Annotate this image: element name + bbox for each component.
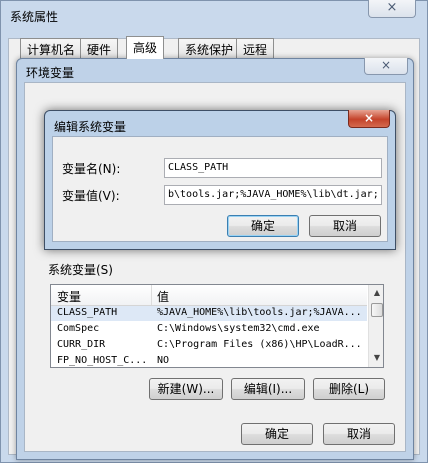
table-row[interactable]: CURR_DIR C:\Program Files (x86)\HP\LoadR… (51, 338, 367, 353)
edit-cancel-button[interactable]: 取消 (309, 215, 381, 237)
edit-ok-button[interactable]: 确定 (227, 215, 299, 237)
row-value: C:\Program Files (x86)\HP\LoadR... (157, 339, 362, 350)
env-ok-button[interactable]: 确定 (241, 423, 313, 445)
row-name: CURR_DIR (57, 339, 106, 350)
variable-name-label: 变量名(N): (62, 162, 121, 176)
edit-dialog-close-button[interactable]: × (348, 110, 390, 128)
table-row[interactable]: FP_NO_HOST_C... NO (51, 354, 367, 367)
delete-variable-button[interactable]: 删除(L) (313, 378, 385, 400)
tab-remote[interactable]: 远程 (236, 38, 275, 59)
list-header: 变量 值 (51, 285, 367, 306)
edit-dialog-title: 编辑系统变量 (54, 120, 127, 134)
table-row[interactable]: CLASS_PATH %JAVA_HOME%\lib\tools.jar;%JA… (51, 306, 367, 321)
environment-variables-close-button[interactable]: × (364, 58, 408, 75)
environment-variables-title: 环境变量 (26, 66, 75, 80)
tab-advanced[interactable]: 高级 (126, 36, 165, 59)
close-icon: × (380, 58, 392, 72)
column-separator[interactable] (151, 285, 152, 305)
table-row[interactable]: ComSpec C:\Windows\system32\cmd.exe (51, 322, 367, 337)
row-name: CLASS_PATH (57, 307, 118, 318)
variable-name-field[interactable]: CLASS_PATH (164, 158, 382, 178)
row-name: FP_NO_HOST_C... (57, 355, 148, 366)
system-variables-list[interactable]: 变量 值 CLASS_PATH %JAVA_HOME%\lib\tools.ja… (50, 284, 384, 368)
variable-value-field[interactable]: b\tools.jar;%JAVA_HOME%\lib\dt.jar; (164, 185, 382, 205)
row-value: %JAVA_HOME%\lib\tools.jar;%JAVA... (157, 307, 362, 318)
row-value: C:\Windows\system32\cmd.exe (157, 323, 320, 334)
tab-system-protection[interactable]: 系统保护 (178, 38, 241, 59)
column-header-value[interactable]: 值 (157, 288, 169, 305)
variable-value-label: 变量值(V): (62, 189, 120, 203)
column-header-variable[interactable]: 变量 (57, 288, 81, 305)
env-cancel-button[interactable]: 取消 (323, 423, 395, 445)
scroll-down-icon[interactable]: ▼ (370, 351, 383, 365)
close-icon: × (386, 0, 398, 15)
scroll-thumb[interactable] (371, 303, 383, 317)
tab-hardware[interactable]: 硬件 (80, 38, 119, 59)
edit-variable-button[interactable]: 编辑(I)... (231, 378, 305, 400)
system-variables-label: 系统变量(S) (48, 263, 113, 277)
close-icon: × (363, 111, 375, 125)
tab-computer-name[interactable]: 计算机名 (20, 38, 83, 59)
scroll-up-icon[interactable]: ▲ (370, 286, 383, 300)
row-value: NO (157, 355, 170, 366)
system-properties-title: 系统属性 (10, 10, 59, 24)
new-variable-button[interactable]: 新建(W)... (149, 378, 223, 400)
vertical-scrollbar[interactable]: ▲ ▼ (368, 285, 383, 367)
system-properties-close-button[interactable]: × (368, 0, 416, 18)
row-name: ComSpec (57, 323, 100, 334)
